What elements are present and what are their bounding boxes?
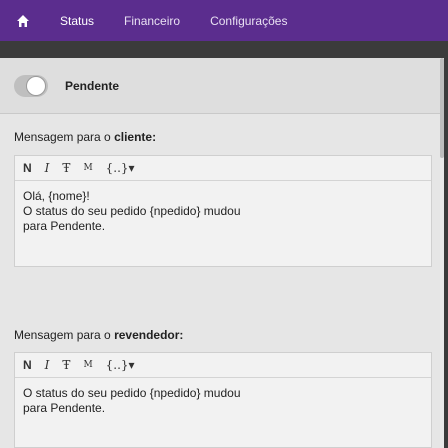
home-icon xyxy=(17,14,29,27)
client-label-prefix: Mensagem para o xyxy=(14,130,115,144)
strikethrough-button[interactable]: Ŧ xyxy=(62,161,70,175)
tab-status[interactable]: Status xyxy=(46,0,108,41)
tab-configuracoes[interactable]: Configurações xyxy=(196,0,301,41)
top-navigation-bar: Status Financeiro Configurações xyxy=(0,0,448,41)
client-message-editor: N I Ŧ M {..}▾ Olá, {nome}! O status do s… xyxy=(14,155,432,267)
variables-dropdown[interactable]: {..}▾ xyxy=(106,358,135,372)
reseller-message-line: O status do seu pedido {npedido} mudou xyxy=(23,386,241,400)
variables-dropdown[interactable]: {..}▾ xyxy=(106,161,135,175)
client-editor-toolbar: N I Ŧ M {..}▾ xyxy=(15,156,431,181)
scrollbar-thumb[interactable] xyxy=(440,58,444,158)
toggle-knob xyxy=(26,75,46,96)
reseller-label-bold: revendedor: xyxy=(114,328,184,342)
client-message-label: Mensagem para o cliente: xyxy=(14,130,156,144)
monospace-button[interactable]: M xyxy=(83,360,92,370)
reseller-message-line: para Pendente. xyxy=(23,401,106,415)
reseller-label-prefix: Mensagem para o xyxy=(14,328,115,342)
status-row: Pendente xyxy=(0,58,444,114)
status-toggle[interactable] xyxy=(14,74,48,97)
client-message-line: O status do seu pedido {npedido} mudou xyxy=(23,204,241,218)
bold-button[interactable]: N xyxy=(23,358,32,372)
home-button[interactable] xyxy=(0,0,46,41)
reseller-editor-toolbar: N I Ŧ M {..}▾ xyxy=(15,353,431,378)
panel-scrollbar[interactable] xyxy=(440,58,444,448)
status-panel: Pendente Mensagem para o cliente: N I Ŧ … xyxy=(0,58,444,448)
strikethrough-button[interactable]: Ŧ xyxy=(62,358,70,372)
client-message-line: para Pendente. xyxy=(23,219,106,233)
status-label: Pendente xyxy=(65,78,120,93)
italic-button[interactable]: I xyxy=(45,358,50,372)
monospace-button[interactable]: M xyxy=(83,163,92,173)
reseller-message-textarea[interactable]: O status do seu pedido {npedido} mudou p… xyxy=(15,378,431,424)
reseller-message-label: Mensagem para o revendedor: xyxy=(14,328,183,342)
reseller-message-editor: N I Ŧ M {..}▾ O status do seu pedido {np… xyxy=(14,352,432,448)
client-label-bold: cliente: xyxy=(114,130,157,144)
bold-button[interactable]: N xyxy=(23,161,32,175)
italic-button[interactable]: I xyxy=(45,161,50,175)
client-message-textarea[interactable]: Olá, {nome}! O status do seu pedido {npe… xyxy=(15,181,431,242)
tab-financeiro[interactable]: Financeiro xyxy=(110,0,194,41)
client-message-line: Olá, {nome}! xyxy=(23,189,90,203)
